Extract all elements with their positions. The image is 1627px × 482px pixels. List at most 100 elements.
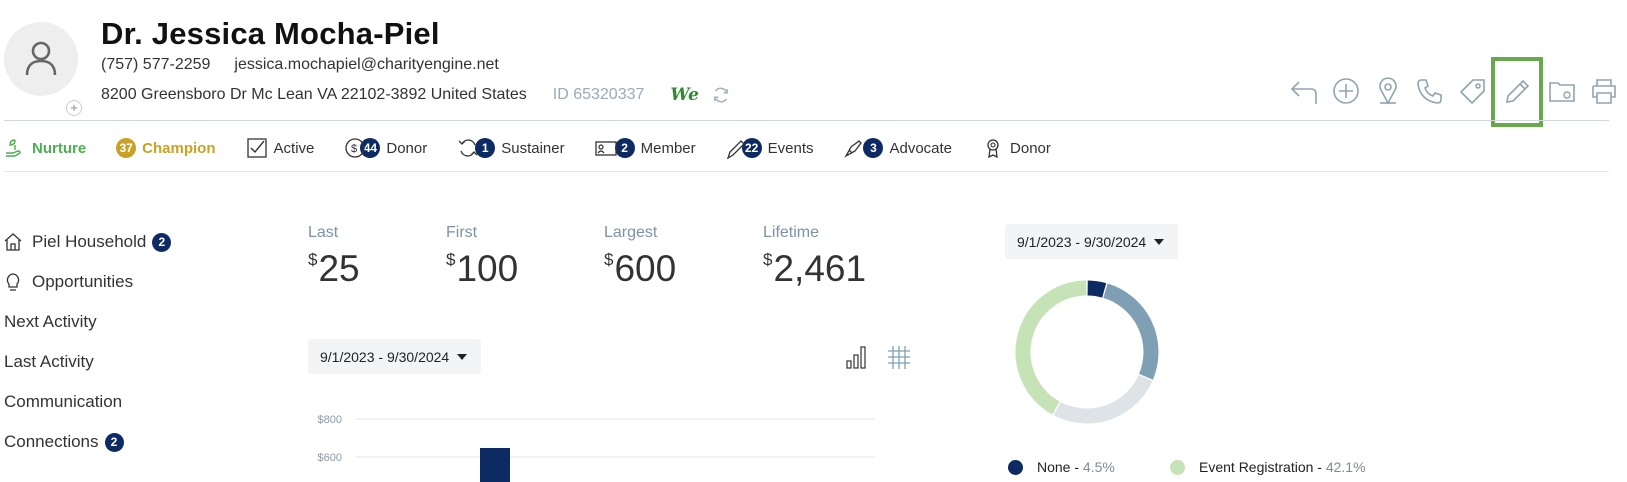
location-pin-icon xyxy=(1379,77,1397,105)
stat-first-label: First xyxy=(446,224,478,241)
refresh-icon[interactable] xyxy=(711,85,731,105)
champion-count-badge: 37 xyxy=(116,138,137,158)
side-nav: Piel Household 2 Opportunities Next Acti… xyxy=(4,222,172,462)
nav-next-activity[interactable]: Next Activity xyxy=(4,302,171,342)
nav-household-label: Piel Household xyxy=(32,232,147,251)
tag-nurture-label: Nurture xyxy=(32,139,87,157)
currency-symbol: $ xyxy=(308,250,318,269)
we-logo-icon[interactable]: We xyxy=(670,85,699,105)
lightbulb-icon xyxy=(6,273,20,291)
contact-id: ID 65320337 xyxy=(552,86,645,103)
tag-member-label: Member xyxy=(640,139,696,157)
stat-last-label: Last xyxy=(308,224,339,241)
tags-divider xyxy=(4,171,1609,172)
contact-line: (757) 577-2259 jessica.mochapiel@charitye… xyxy=(101,56,499,74)
date-range-gifts-value: 9/1/2023 - 9/30/2024 xyxy=(320,348,450,365)
caret-down-icon xyxy=(457,353,468,360)
donut-slice[interactable] xyxy=(1053,374,1153,424)
svg-text:$: $ xyxy=(351,143,357,155)
pencil-edit-icon xyxy=(1506,79,1530,103)
tag-advocate[interactable]: 3 Advocate xyxy=(843,137,952,159)
tag-icon xyxy=(1459,79,1485,105)
currency-symbol: $ xyxy=(763,250,773,269)
member-count-badge: 2 xyxy=(614,138,635,158)
y-tick-label: $800 xyxy=(318,414,342,426)
nav-next-activity-label: Next Activity xyxy=(4,312,97,331)
tag-nurture[interactable]: Nurture xyxy=(4,137,86,159)
tag-donor-label: Donor xyxy=(386,139,428,157)
household-count-badge: 2 xyxy=(152,232,172,252)
donut-chart xyxy=(1015,280,1159,424)
id-card-icon xyxy=(594,141,617,156)
nav-communication[interactable]: Communication xyxy=(4,382,171,422)
legend-none-label: None - xyxy=(1037,459,1080,475)
tag-active[interactable]: Active xyxy=(246,137,314,159)
tag-donor[interactable]: $ 44 Donor xyxy=(344,137,427,159)
edit-button[interactable] xyxy=(1491,57,1543,127)
tag-sustainer[interactable]: 1 Sustainer xyxy=(457,137,565,159)
nav-communication-label: Communication xyxy=(4,392,123,411)
nav-last-activity-label: Last Activity xyxy=(4,352,94,371)
stat-last: Last $25 xyxy=(308,224,360,290)
nav-last-activity[interactable]: Last Activity xyxy=(4,342,171,382)
add-circle-icon xyxy=(1333,78,1359,104)
hand-plant-icon xyxy=(6,139,21,157)
contact-email[interactable]: jessica.mochapiel@charityengine.net xyxy=(234,56,498,73)
dollar-coin-icon: $ xyxy=(345,138,366,158)
donut-slice[interactable] xyxy=(1103,283,1159,380)
tag-champion-label: Champion xyxy=(142,139,216,157)
y-tick-label: $600 xyxy=(318,452,342,464)
date-range-donut-value: 9/1/2023 - 9/30/2024 xyxy=(1017,233,1147,250)
legend-dot-event-registration xyxy=(1170,459,1185,475)
legend-none-pct: 4.5% xyxy=(1082,459,1115,475)
donut-slice[interactable] xyxy=(1015,280,1087,415)
caret-down-icon xyxy=(1154,238,1165,245)
tag-button[interactable] xyxy=(1451,70,1493,112)
person-icon xyxy=(25,41,57,76)
giving-bar-chart: $800 $600 xyxy=(318,414,875,482)
connections-count-badge: 2 xyxy=(104,432,124,452)
stat-lifetime-value: 2,461 xyxy=(773,248,867,289)
tag-advocate-label: Advocate xyxy=(889,139,953,157)
stat-lifetime-label: Lifetime xyxy=(763,224,820,241)
contact-phone[interactable]: (757) 577-2259 xyxy=(101,56,210,73)
grid-table-icon[interactable] xyxy=(887,344,911,370)
date-range-dropdown-gifts[interactable]: 9/1/2023 - 9/30/2024 xyxy=(308,339,482,374)
tag-champion[interactable]: 37 Champion xyxy=(116,138,216,158)
recurring-icon xyxy=(458,139,478,157)
donut-slice[interactable] xyxy=(1087,280,1107,298)
checkbox-icon xyxy=(246,138,267,158)
nav-connections[interactable]: Connections 2 xyxy=(4,422,171,462)
add-button[interactable] xyxy=(1325,70,1367,112)
stat-first-value: 100 xyxy=(456,248,519,289)
nav-opportunities[interactable]: Opportunities xyxy=(4,262,171,302)
folder-settings-button[interactable] xyxy=(1541,70,1583,112)
chart-view-toggle xyxy=(845,344,911,370)
tag-events-label: Events xyxy=(767,139,814,157)
contact-address-line: 8200 Greensboro Dr Mc Lean VA 22102-3892… xyxy=(101,85,731,105)
legend-item-none[interactable]: None - 4.5% xyxy=(1008,459,1115,475)
avatar[interactable]: + xyxy=(4,22,82,116)
printer-icon xyxy=(1592,79,1616,104)
stat-largest: Largest $600 xyxy=(604,224,676,290)
legend-dot-none xyxy=(1008,459,1023,475)
tag-donor-award-label: Donor xyxy=(1010,139,1051,157)
contact-address[interactable]: 8200 Greensboro Dr Mc Lean VA 22102-3892… xyxy=(101,86,527,104)
date-range-dropdown-donut[interactable]: 9/1/2023 - 9/30/2024 xyxy=(1005,224,1179,259)
add-photo-icon[interactable]: + xyxy=(66,100,82,116)
bar-chart-icon[interactable] xyxy=(845,344,869,370)
call-button[interactable] xyxy=(1409,70,1451,112)
stat-first: First $100 xyxy=(446,224,518,290)
print-button[interactable] xyxy=(1583,70,1625,112)
folder-settings-icon xyxy=(1549,82,1575,102)
legend-item-event-registration[interactable]: Event Registration - 42.1% xyxy=(1170,459,1366,475)
nav-household[interactable]: Piel Household 2 xyxy=(4,222,172,262)
back-button[interactable] xyxy=(1283,70,1325,112)
tag-member[interactable]: 2 Member xyxy=(594,137,696,159)
bar[interactable] xyxy=(480,448,510,482)
stat-largest-label: Largest xyxy=(604,224,658,241)
location-button[interactable] xyxy=(1367,70,1409,112)
tag-donor-award[interactable]: Donor xyxy=(982,137,1051,159)
tag-events[interactable]: 22 Events xyxy=(726,137,814,159)
tags-row: Nurture 37 Champion Active $ 44 Donor 1 … xyxy=(4,133,1081,163)
